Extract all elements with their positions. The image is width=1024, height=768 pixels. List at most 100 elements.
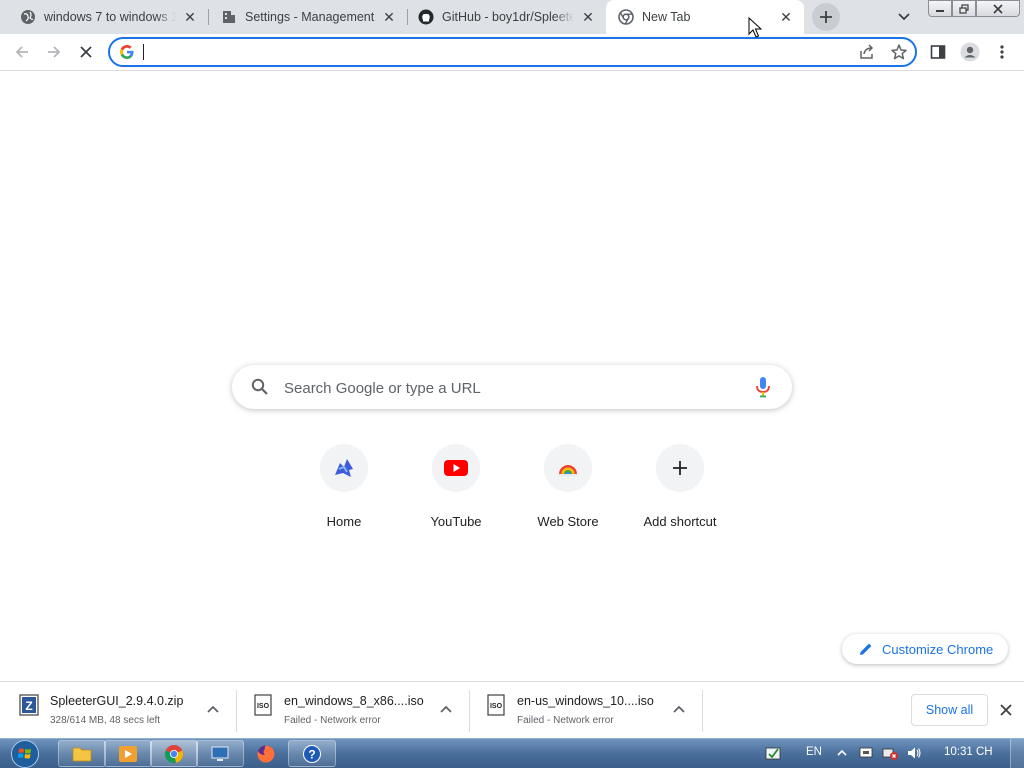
share-icon	[860, 44, 874, 59]
download-separator	[469, 690, 470, 732]
chevron-up-icon[interactable]	[672, 702, 686, 716]
shortcut-tile	[656, 444, 704, 492]
back-button[interactable]	[10, 40, 34, 64]
taskbar-remote-desktop[interactable]	[196, 740, 244, 767]
restore-button[interactable]	[952, 0, 976, 17]
tab-strip: windows 7 to windows 10 ✕ Settings - Man…	[0, 0, 1024, 34]
tab-new-tab[interactable]: New Tab ✕	[606, 0, 804, 34]
close-window-button[interactable]	[976, 0, 1020, 17]
download-separator	[236, 690, 237, 732]
start-button[interactable]	[6, 739, 44, 768]
omnibox-input[interactable]	[142, 42, 842, 62]
tab-settings-management[interactable]: Settings - Management ✕	[209, 0, 407, 34]
search-icon	[251, 378, 268, 395]
show-all-downloads-button[interactable]: Show all	[911, 694, 988, 726]
customize-chrome-button[interactable]: Customize Chrome	[842, 634, 1008, 664]
download-item[interactable]: ISO en_windows_8_x86....iso Failed - Net…	[252, 690, 462, 730]
firefox-icon	[257, 745, 275, 762]
zip-icon: Z	[19, 694, 39, 716]
ntp-search-box[interactable]	[232, 365, 792, 409]
show-desktop-button[interactable]	[1010, 739, 1024, 768]
chevron-down-icon	[898, 13, 910, 21]
stop-loading-button[interactable]	[74, 40, 98, 64]
close-icon[interactable]: ✕	[182, 9, 198, 25]
volume-icon[interactable]	[906, 745, 922, 761]
chevron-up-icon[interactable]	[439, 702, 453, 716]
globe-icon	[21, 10, 35, 24]
minimize-icon	[936, 9, 944, 12]
shortcut-tile	[544, 444, 592, 492]
tab-github[interactable]: GitHub - boy1dr/Spleeter ✕	[408, 0, 606, 34]
address-bar[interactable]	[108, 37, 917, 67]
youtube-icon	[444, 460, 468, 476]
clock[interactable]: 10:31 CH	[944, 746, 993, 758]
chevron-up-icon[interactable]	[206, 702, 220, 716]
shortcut-home[interactable]: Home	[288, 444, 400, 534]
plus-icon	[820, 11, 832, 23]
chrome-icon	[618, 9, 634, 25]
side-panel-icon	[930, 45, 946, 59]
close-icon[interactable]	[998, 702, 1014, 718]
svg-text:ISO: ISO	[257, 703, 270, 710]
microphone-icon[interactable]	[754, 376, 772, 398]
close-icon[interactable]: ✕	[778, 9, 794, 25]
menu-button[interactable]	[990, 40, 1014, 64]
shortcut-tile	[320, 444, 368, 492]
close-icon[interactable]: ✕	[580, 9, 596, 25]
new-tab-button[interactable]	[812, 3, 840, 31]
taskbar-media-player[interactable]	[104, 740, 152, 767]
taskbar-chrome[interactable]	[150, 740, 198, 767]
windows-logo-icon	[11, 740, 39, 768]
home-shortcut-icon	[335, 459, 353, 477]
arrow-left-icon	[15, 46, 28, 58]
ntp-search-input[interactable]	[284, 377, 734, 399]
download-status: Failed - Network error	[517, 715, 614, 726]
help-icon: ?	[303, 744, 321, 763]
star-icon	[891, 44, 907, 60]
tab-windows7[interactable]: windows 7 to windows 10 ✕	[0, 0, 208, 34]
webstore-icon	[558, 465, 578, 476]
tab-title: Settings - Management	[245, 10, 375, 24]
download-item[interactable]: Z SpleeterGUI_2.9.4.0.zip 328/614 MB, 48…	[18, 690, 228, 730]
iso-icon: ISO	[487, 694, 505, 716]
download-shelf: Z SpleeterGUI_2.9.4.0.zip 328/614 MB, 48…	[0, 681, 1024, 738]
forward-button[interactable]	[42, 40, 66, 64]
arrow-right-icon	[48, 46, 61, 58]
bookmark-button[interactable]	[890, 43, 908, 61]
close-icon[interactable]: ✕	[381, 9, 397, 25]
profile-button[interactable]	[958, 40, 982, 64]
shortcut-add[interactable]: Add shortcut	[624, 444, 736, 534]
svg-text:?: ?	[308, 747, 315, 761]
tab-search-button[interactable]	[895, 8, 913, 26]
tab-title: GitHub - boy1dr/Spleeter	[442, 10, 574, 24]
taskbar-explorer[interactable]	[58, 740, 106, 767]
windows-taskbar: ? EN 10:31 CH	[0, 738, 1024, 768]
share-button[interactable]	[858, 43, 876, 61]
download-filename: en-us_windows_10....iso	[517, 694, 654, 708]
avatar-icon	[960, 42, 980, 62]
shortcut-youtube[interactable]: YouTube	[400, 444, 512, 534]
download-item[interactable]: ISO en-us_windows_10....iso Failed - Net…	[485, 690, 695, 730]
language-indicator[interactable]: EN	[806, 746, 822, 758]
github-icon	[418, 9, 434, 25]
minimize-button[interactable]	[928, 0, 952, 17]
shortcut-web-store[interactable]: Web Store	[512, 444, 624, 534]
taskbar-firefox[interactable]	[242, 740, 290, 767]
download-filename: en_windows_8_x86....iso	[284, 694, 424, 708]
close-icon	[993, 3, 1003, 14]
shortcut-label: Add shortcut	[643, 514, 717, 529]
chevron-up-icon[interactable]	[834, 745, 850, 761]
side-panel-button[interactable]	[926, 40, 950, 64]
taskbar-help[interactable]: ?	[288, 740, 336, 767]
close-icon	[80, 46, 92, 58]
action-center-icon[interactable]	[765, 745, 781, 761]
network-error-icon[interactable]	[882, 745, 898, 761]
restore-icon	[959, 3, 969, 14]
kebab-menu-icon	[1000, 45, 1004, 59]
tab-title: windows 7 to windows 10	[44, 10, 176, 24]
plus-icon	[673, 461, 687, 475]
computer-icon	[211, 746, 229, 761]
device-icon[interactable]	[858, 745, 874, 761]
media-player-icon	[119, 745, 137, 762]
pencil-icon	[860, 643, 872, 655]
